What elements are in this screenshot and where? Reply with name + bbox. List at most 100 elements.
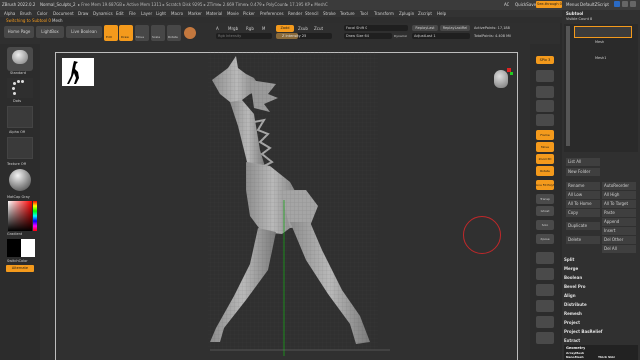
menu-help[interactable]: Help	[437, 11, 446, 16]
local-button[interactable]	[536, 114, 554, 126]
home-page-button[interactable]: Home Page	[4, 26, 34, 38]
boolean-section[interactable]: Boolean	[564, 274, 638, 282]
menu-layer[interactable]: Layer	[141, 11, 152, 16]
all-high-button[interactable]: All High	[602, 191, 636, 199]
a-toggle[interactable]: A	[216, 26, 219, 31]
quicksave-button[interactable]: QuickSave	[515, 2, 536, 7]
menu-file[interactable]: File	[129, 11, 136, 16]
subtool-item-active[interactable]	[574, 26, 632, 38]
window-icon[interactable]	[614, 1, 620, 7]
dynamic-button[interactable]	[536, 252, 554, 264]
lightbox-button[interactable]: LightBox	[36, 26, 64, 38]
menu-dynamics[interactable]: Dynamics	[93, 11, 113, 16]
close-icon[interactable]	[630, 1, 636, 7]
thick-skin-palette[interactable]: Thick Skin	[598, 355, 615, 359]
split-section[interactable]: Split	[564, 256, 638, 264]
switch-color-button[interactable]: SwitchColor	[7, 259, 28, 263]
shelf-button[interactable]	[536, 284, 554, 296]
menu-preferences[interactable]: Preferences	[260, 11, 284, 16]
hue-slider[interactable]	[33, 201, 37, 231]
bpr-button[interactable]	[536, 70, 554, 82]
del-other-button[interactable]: Del Other	[602, 236, 636, 244]
geometry-palette[interactable]: Geometry	[566, 346, 585, 350]
shelf-button[interactable]	[536, 316, 554, 328]
zsub-button[interactable]: Zsub	[298, 26, 308, 31]
list-all-button[interactable]: List All	[566, 158, 600, 166]
stroke-selector[interactable]	[7, 78, 33, 98]
solo-button[interactable]: Solo	[536, 220, 554, 230]
delete-button[interactable]: Delete	[566, 236, 600, 244]
menu-brush[interactable]: Brush	[20, 11, 32, 16]
scale-button[interactable]: Scale	[151, 25, 165, 41]
minimize-icon[interactable]	[622, 1, 628, 7]
rotate-button[interactable]: Rotate	[167, 25, 181, 41]
navigation-thumbnail[interactable]	[62, 58, 94, 86]
subtool-scrollbar[interactable]	[566, 26, 570, 146]
transp-button[interactable]: Transp	[536, 194, 554, 204]
ac-button[interactable]: AC	[504, 2, 509, 7]
draw-size-slider[interactable]: Draw Size 64	[344, 33, 392, 39]
menu-picker[interactable]: Picker	[243, 11, 255, 16]
alpha-selector[interactable]	[7, 106, 33, 128]
focal-shift-slider[interactable]: Focal Shift 0	[344, 25, 408, 31]
edit-button[interactable]: Edit	[104, 25, 118, 41]
ghost-button[interactable]: Ghost	[536, 206, 554, 216]
align-section[interactable]: Align	[564, 292, 638, 300]
menu-macro[interactable]: Macro	[171, 11, 183, 16]
material-sphere-icon[interactable]	[184, 27, 196, 39]
secondary-color-swatch[interactable]	[21, 239, 35, 257]
frame-button[interactable]: Frame	[536, 130, 554, 140]
draw-button[interactable]: Draw	[119, 25, 133, 41]
spix-button[interactable]: SPix 3	[536, 56, 554, 64]
shelf-button[interactable]	[536, 332, 554, 344]
merge-section[interactable]: Merge	[564, 265, 638, 273]
menu-texture[interactable]: Texture	[340, 11, 355, 16]
paste-button[interactable]: Paste	[602, 209, 636, 217]
alternate-button[interactable]: Alternate	[6, 265, 34, 272]
distribute-section[interactable]: Distribute	[564, 301, 638, 309]
adjust-last-slider[interactable]: AdjustLast 1	[412, 33, 470, 39]
zadd-button[interactable]: Zadd	[276, 25, 294, 32]
move-button[interactable]: Move	[135, 25, 149, 41]
menu-tool[interactable]: Tool	[360, 11, 368, 16]
bevel-pro-section[interactable]: Bevel Pro	[564, 283, 638, 291]
sculpted-creature-model[interactable]	[150, 50, 410, 356]
remesh-section[interactable]: Remesh	[564, 310, 638, 318]
mrgb-toggle[interactable]: Mrgb	[228, 26, 238, 31]
menu-color[interactable]: Color	[37, 11, 47, 16]
shelf-button[interactable]	[536, 300, 554, 312]
subtool-name[interactable]: Mesh1	[595, 56, 606, 60]
copy-button[interactable]: Copy	[566, 209, 600, 217]
all-low-button[interactable]: All Low	[566, 191, 600, 199]
default-zscript-button[interactable]: DefaultZScript	[580, 2, 609, 7]
rotate-view-button[interactable]: Rotate	[536, 166, 554, 176]
menu-render[interactable]: Render	[288, 11, 302, 16]
subtool-name[interactable]: Mesh	[595, 40, 604, 44]
append-button[interactable]: Append	[602, 218, 636, 226]
menu-marker[interactable]: Marker	[188, 11, 202, 16]
navigation-gizmo[interactable]	[490, 66, 514, 92]
menu-stroke[interactable]: Stroke	[323, 11, 336, 16]
menu-draw[interactable]: Draw	[78, 11, 88, 16]
nanomesh-palette[interactable]: NanoMesh	[566, 355, 584, 359]
replay-last-rel-button[interactable]: ReplayLastRel	[440, 25, 470, 31]
menu-edit[interactable]: Edit	[116, 11, 124, 16]
texture-selector[interactable]	[7, 137, 33, 159]
menu-zscript[interactable]: Zscript	[418, 11, 432, 16]
rgb-toggle[interactable]: Rgb	[246, 26, 254, 31]
material-selector[interactable]	[7, 168, 33, 194]
zoom3d-button[interactable]: Zoom3D	[536, 154, 554, 164]
insert-button[interactable]: Insert	[602, 227, 636, 235]
m-toggle[interactable]: M	[262, 26, 265, 31]
color-picker[interactable]	[8, 201, 32, 231]
dynamic-toggle[interactable]: Dynamic	[394, 34, 407, 38]
autoreorder-button[interactable]: AutoReorder	[602, 182, 636, 190]
duplicate-button[interactable]: Duplicate	[566, 222, 600, 230]
menu-light[interactable]: Light	[156, 11, 166, 16]
linefill-button[interactable]	[536, 268, 554, 280]
all-to-target-button[interactable]: All To Target	[602, 200, 636, 208]
xpose-button[interactable]: Xpose	[536, 234, 554, 244]
see-through-slider[interactable]: See-through 0	[536, 1, 562, 8]
menu-movie[interactable]: Movie	[227, 11, 239, 16]
menu-transform[interactable]: Transform	[374, 11, 394, 16]
